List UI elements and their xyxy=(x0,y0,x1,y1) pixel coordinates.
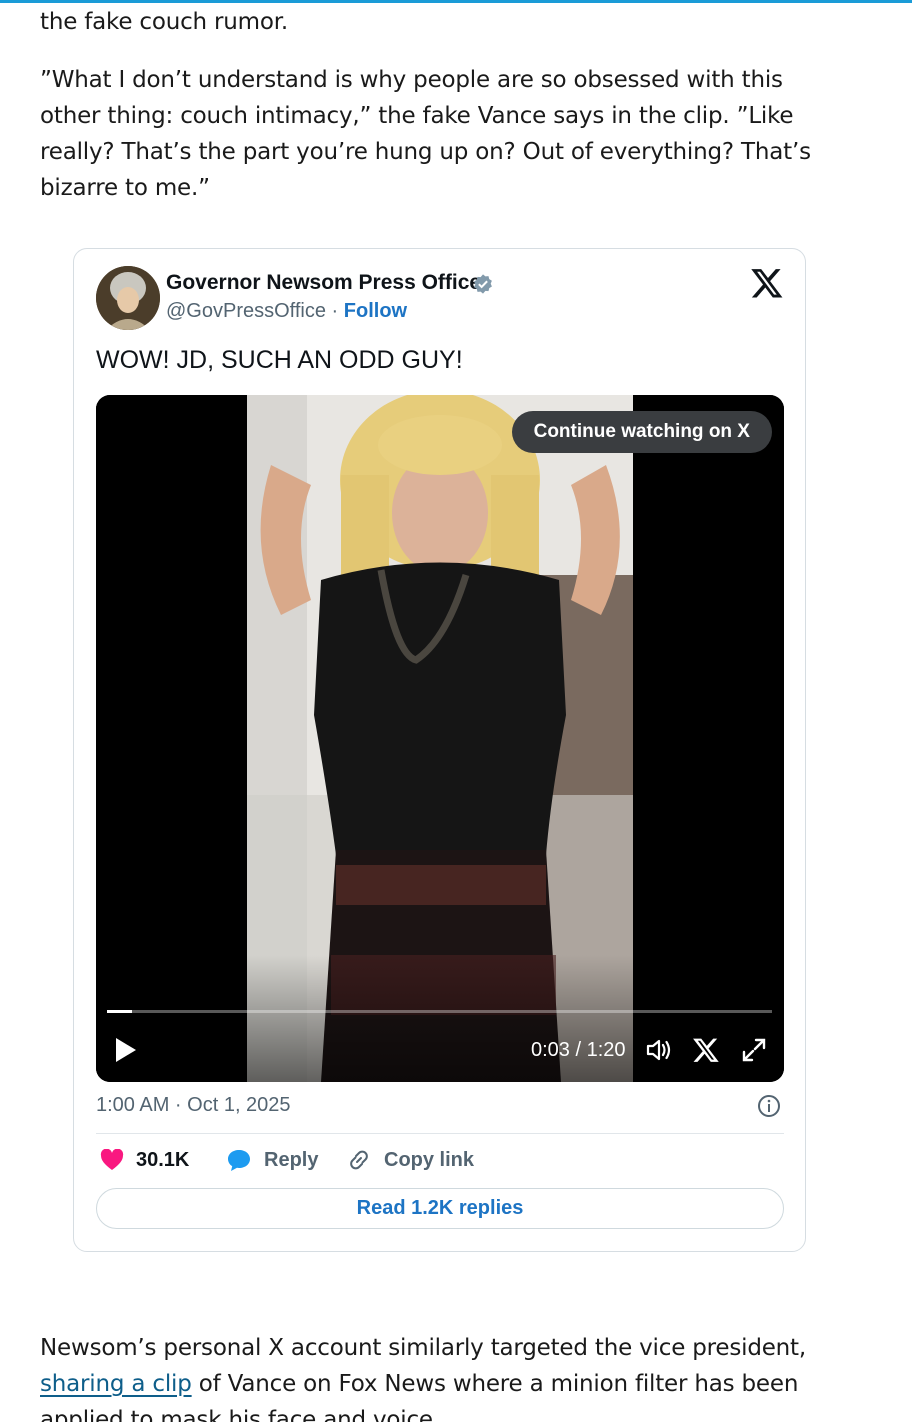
sharing-a-clip-link[interactable]: sharing a clip xyxy=(40,1371,192,1397)
handle-row: @GovPressOffice · Follow xyxy=(166,300,407,323)
tweet-text: WOW! JD, SUCH AN ODD GUY! xyxy=(96,346,463,374)
divider xyxy=(96,1133,784,1134)
top-divider xyxy=(0,0,912,3)
verified-badge-icon xyxy=(474,274,492,294)
author-name[interactable]: Governor Newsom Press Office xyxy=(166,271,481,295)
separator: · xyxy=(325,300,344,322)
article-paragraph-1: the fake couch rumor. xyxy=(40,9,289,35)
play-icon[interactable] xyxy=(114,1037,138,1063)
paragraph-text: Newsom’s personal X account similarly ta… xyxy=(40,1335,806,1361)
progress-fill xyxy=(107,1010,132,1013)
x-logo-icon[interactable] xyxy=(750,266,784,300)
follow-link[interactable]: Follow xyxy=(344,300,407,322)
reply-button[interactable]: Reply xyxy=(226,1147,318,1173)
reply-bubble-icon xyxy=(228,1150,250,1171)
copy-link-label: Copy link xyxy=(384,1148,475,1171)
article-paragraph-2: ”What I don’t understand is why people a… xyxy=(40,67,811,201)
link-icon xyxy=(350,1150,368,1170)
reply-label: Reply xyxy=(264,1148,319,1171)
video-player[interactable]: Continue watching on X 0:03 / 1:20 xyxy=(96,395,784,1082)
like-count: 30.1K xyxy=(136,1148,190,1171)
heart-icon xyxy=(100,1149,124,1170)
copy-link-button[interactable]: Copy link xyxy=(346,1147,474,1173)
info-icon[interactable] xyxy=(757,1094,781,1118)
handle[interactable]: @GovPressOffice xyxy=(166,300,326,322)
avatar[interactable] xyxy=(96,266,160,330)
progress-bar[interactable] xyxy=(107,1010,772,1013)
like-button[interactable]: 30.1K xyxy=(100,1147,189,1173)
x-logo-icon[interactable] xyxy=(692,1036,720,1064)
video-frame xyxy=(96,395,784,1082)
volume-icon[interactable] xyxy=(644,1036,672,1064)
read-replies-button[interactable]: Read 1.2K replies xyxy=(96,1188,784,1229)
tweet-timestamp[interactable]: 1:00 AM · Oct 1, 2025 xyxy=(96,1094,291,1117)
fullscreen-icon[interactable] xyxy=(740,1036,768,1064)
article-paragraph-3: Newsom’s personal X account similarly ta… xyxy=(40,1330,840,1422)
continue-watching-button[interactable]: Continue watching on X xyxy=(511,411,772,453)
embedded-tweet: Governor Newsom Press Office @GovPressOf… xyxy=(73,248,806,1252)
video-time: 0:03 / 1:20 xyxy=(531,1039,626,1061)
